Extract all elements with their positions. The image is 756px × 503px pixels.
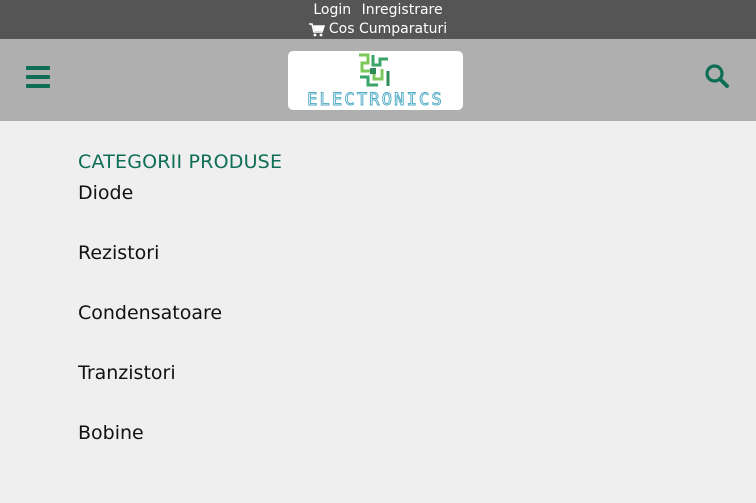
categories-title: CATEGORII PRODUSE [78,151,283,173]
category-item-tranzistori[interactable]: Tranzistori [78,363,756,423]
shopping-cart-icon [308,22,325,36]
search-icon [705,64,729,88]
logo-text: ELECTRONICS [307,90,444,110]
category-item-diode[interactable]: Diode [78,183,756,243]
cart-link[interactable]: Cos Cumparaturi [0,20,756,39]
account-links: Login Inregistrare [0,0,756,20]
cart-label: Cos Cumparaturi [328,21,448,37]
header: ELECTRONICS [0,39,756,121]
categories-section: CATEGORII PRODUSE Diode Rezistori Conden… [0,121,756,483]
site-logo[interactable]: ELECTRONICS [288,51,463,110]
login-link[interactable]: Login [313,2,351,18]
search-button[interactable] [704,63,730,89]
top-bar: Login Inregistrare Cos Cumparaturi [0,0,756,39]
category-item-condensatoare[interactable]: Condensatoare [78,303,756,363]
register-link[interactable]: Inregistrare [362,2,443,18]
hamburger-menu-icon[interactable] [26,66,50,88]
category-item-bobine[interactable]: Bobine [78,423,756,483]
categories-list: Diode Rezistori Condensatoare Tranzistor… [78,183,756,483]
category-item-rezistori[interactable]: Rezistori [78,243,756,303]
circuit-logo-icon [358,53,392,88]
